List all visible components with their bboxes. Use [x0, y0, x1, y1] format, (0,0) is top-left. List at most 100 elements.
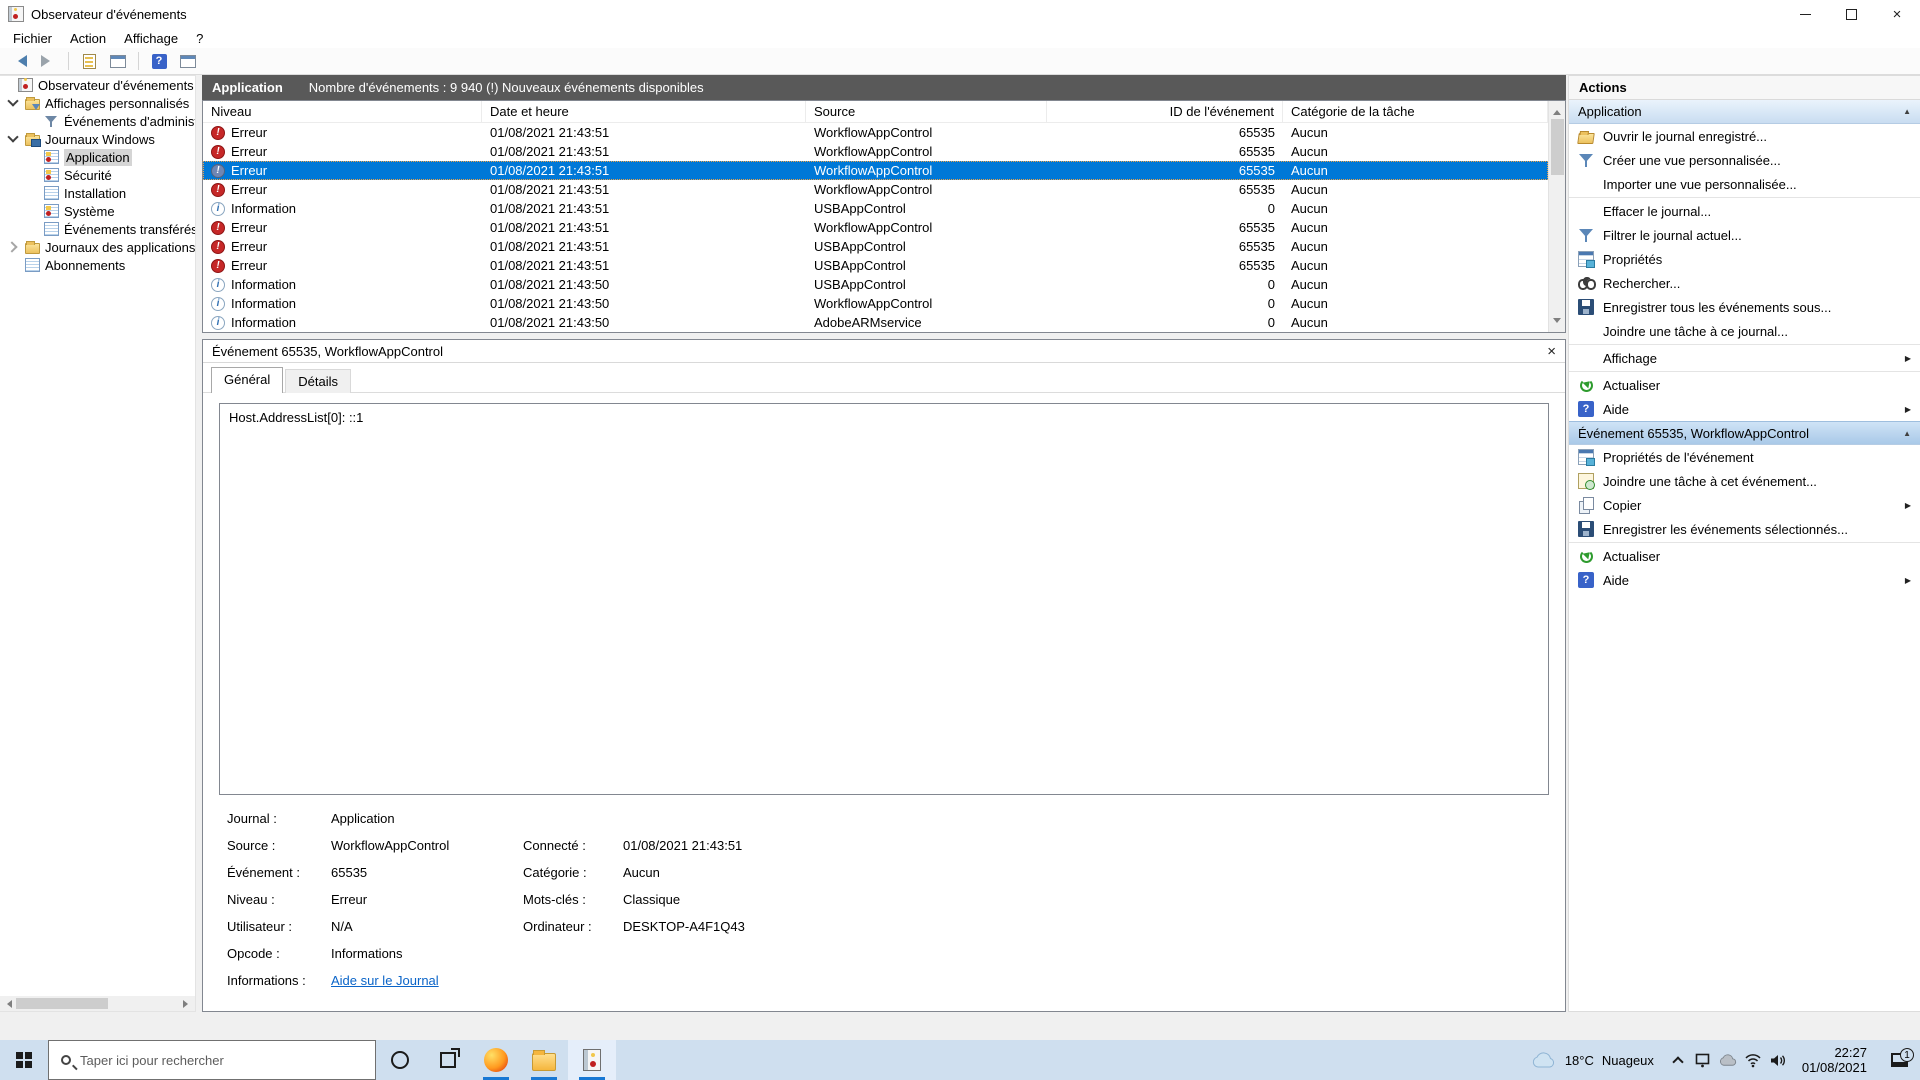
action-center-button[interactable]: 1 [1882, 1053, 1916, 1067]
column-niveau[interactable]: Niveau [203, 101, 482, 123]
action-copier[interactable]: Copier ▶ [1569, 493, 1920, 517]
tree-item-application[interactable]: Application [0, 148, 195, 166]
action-enregistrer-tous[interactable]: Enregistrer tous les événements sous... [1569, 295, 1920, 319]
taskbar-clock[interactable]: 22:27 01/08/2021 [1794, 1045, 1875, 1075]
restore-button[interactable] [1828, 0, 1874, 28]
tree-item-abonnements[interactable]: Abonnements [0, 256, 195, 274]
onedrive-button[interactable] [1719, 1051, 1737, 1069]
taskbar: Taper ici pour rechercher 18°C Nuageux [0, 1040, 1920, 1080]
column-source[interactable]: Source [806, 101, 1047, 123]
back-button[interactable] [8, 51, 30, 71]
scroll-up-icon[interactable] [1553, 106, 1561, 115]
start-button[interactable] [0, 1040, 48, 1080]
action-aide-evenement[interactable]: Aide ▶ [1569, 568, 1920, 592]
taskbar-firefox[interactable] [472, 1040, 520, 1080]
event-row[interactable]: Erreur 01/08/2021 21:43:51 WorkflowAppCo… [203, 123, 1548, 142]
collapse-chevron-icon[interactable] [6, 134, 20, 144]
export-button[interactable] [78, 51, 100, 71]
action-effacer-journal[interactable]: Effacer le journal... [1569, 199, 1920, 223]
action-ouvrir-journal[interactable]: Ouvrir le journal enregistré... [1569, 124, 1920, 148]
minimize-button[interactable] [1782, 0, 1828, 28]
event-row[interactable]: Information 01/08/2021 21:43:50 USBAppCo… [203, 275, 1548, 294]
event-row[interactable]: Information 01/08/2021 21:43:50 Workflow… [203, 294, 1548, 313]
column-id[interactable]: ID de l'événement [1047, 101, 1283, 123]
menu-fichier[interactable]: Fichier [4, 29, 61, 48]
scrollbar-thumb[interactable] [16, 998, 108, 1009]
actions-section-application[interactable]: Application ▲ [1569, 100, 1920, 124]
event-row[interactable]: Erreur 01/08/2021 21:43:51 WorkflowAppCo… [203, 180, 1548, 199]
forward-button[interactable] [37, 51, 59, 71]
actions-section-event[interactable]: Événement 65535, WorkflowAppControl ▲ [1569, 421, 1920, 445]
event-row[interactable]: Erreur 01/08/2021 21:43:51 WorkflowAppCo… [203, 142, 1548, 161]
preview-close-icon[interactable]: × [1547, 344, 1556, 359]
action-rechercher[interactable]: Rechercher... [1569, 271, 1920, 295]
menu-action[interactable]: Action [61, 29, 115, 48]
menu-affichage[interactable]: Affichage [115, 29, 187, 48]
filter-icon [1578, 152, 1594, 168]
action-filtrer-journal[interactable]: Filtrer le journal actuel... [1569, 223, 1920, 247]
tree-item-root[interactable]: Observateur d'événements (Loc [0, 76, 195, 94]
action-enregistrer-selectionnes[interactable]: Enregistrer les événements sélectionnés.… [1569, 517, 1920, 541]
tree-item-securite[interactable]: Sécurité [0, 166, 195, 184]
collapse-chevron-icon[interactable] [6, 98, 20, 108]
close-button[interactable]: × [1874, 0, 1920, 28]
scroll-left-icon[interactable] [3, 1000, 12, 1008]
action-importer-vue[interactable]: Importer une vue personnalisée... [1569, 172, 1920, 196]
event-row-selected[interactable]: Erreur 01/08/2021 21:43:51 WorkflowAppCo… [203, 161, 1548, 180]
event-row[interactable]: Erreur 01/08/2021 21:43:51 USBAppControl… [203, 237, 1548, 256]
weather-widget[interactable]: 18°C Nuageux [1531, 1051, 1662, 1069]
tree-item-affichages-personnalises[interactable]: Affichages personnalisés [0, 94, 195, 112]
action-joindre-tache-journal[interactable]: Joindre une tâche à ce journal... [1569, 319, 1920, 343]
cast-button[interactable] [1694, 1051, 1712, 1069]
taskbar-event-viewer[interactable] [568, 1040, 616, 1080]
list-vertical-scrollbar[interactable] [1548, 101, 1565, 332]
event-message-box[interactable]: Host.AddressList[0]: ::1 [219, 403, 1549, 795]
tree-horizontal-scrollbar[interactable] [0, 996, 195, 1011]
tree-item-evenements-administration[interactable]: Événements d'administra [0, 112, 195, 130]
open-folder-icon [1577, 133, 1595, 144]
column-date[interactable]: Date et heure [482, 101, 806, 123]
event-row[interactable]: Information 01/08/2021 21:43:51 USBAppCo… [203, 199, 1548, 218]
help-toolbar-button[interactable]: ? [148, 51, 170, 71]
taskbar-explorer[interactable] [520, 1040, 568, 1080]
action-proprietes-evenement[interactable]: Propriétés de l'événement [1569, 445, 1920, 469]
action-pane-button[interactable] [177, 51, 199, 71]
action-proprietes[interactable]: Propriétés [1569, 247, 1920, 271]
collapse-arrow-icon[interactable]: ▲ [1903, 107, 1911, 116]
collapse-arrow-icon[interactable]: ▲ [1903, 429, 1911, 438]
scrollbar-thumb[interactable] [1551, 119, 1564, 175]
network-button[interactable] [1744, 1051, 1762, 1069]
action-creer-vue[interactable]: Créer une vue personnalisée... [1569, 148, 1920, 172]
action-actualiser[interactable]: Actualiser [1569, 373, 1920, 397]
journal-help-link[interactable]: Aide sur le Journal [331, 973, 439, 988]
scroll-down-icon[interactable] [1553, 318, 1561, 327]
cortana-button[interactable] [376, 1040, 424, 1080]
titlebar[interactable]: Observateur d'événements × [0, 0, 1920, 28]
column-categorie[interactable]: Catégorie de la tâche [1283, 101, 1548, 123]
volume-button[interactable] [1769, 1051, 1787, 1069]
event-row[interactable]: Information 01/08/2021 21:43:50 AdobeARM… [203, 313, 1548, 332]
menu-aide[interactable]: ? [187, 29, 212, 48]
action-affichage[interactable]: Affichage ▶ [1569, 346, 1920, 370]
tab-general[interactable]: Général [211, 367, 283, 393]
search-input[interactable]: Taper ici pour rechercher [48, 1040, 376, 1080]
clock-time: 22:27 [1802, 1045, 1867, 1060]
submenu-arrow-icon: ▶ [1905, 405, 1911, 414]
tree-item-installation[interactable]: Installation [0, 184, 195, 202]
tree-item-journaux-windows[interactable]: Journaux Windows [0, 130, 195, 148]
tree-item-systeme[interactable]: Système [0, 202, 195, 220]
tab-details[interactable]: Détails [285, 369, 351, 393]
tray-chevron-button[interactable] [1669, 1051, 1687, 1069]
event-row[interactable]: Erreur 01/08/2021 21:43:51 WorkflowAppCo… [203, 218, 1548, 237]
log-alert-icon [44, 168, 59, 182]
task-view-button[interactable] [424, 1040, 472, 1080]
console-tree-button[interactable] [107, 51, 129, 71]
action-joindre-tache-evenement[interactable]: Joindre une tâche à cet événement... [1569, 469, 1920, 493]
action-aide[interactable]: Aide ▶ [1569, 397, 1920, 421]
expand-chevron-icon[interactable] [6, 242, 20, 252]
action-actualiser-evenement[interactable]: Actualiser [1569, 544, 1920, 568]
event-row[interactable]: Erreur 01/08/2021 21:43:51 USBAppControl… [203, 256, 1548, 275]
tree-item-evenements-transferes[interactable]: Événements transférés [0, 220, 195, 238]
scroll-right-icon[interactable] [183, 1000, 192, 1008]
tree-item-journaux-applications[interactable]: Journaux des applications et [0, 238, 195, 256]
